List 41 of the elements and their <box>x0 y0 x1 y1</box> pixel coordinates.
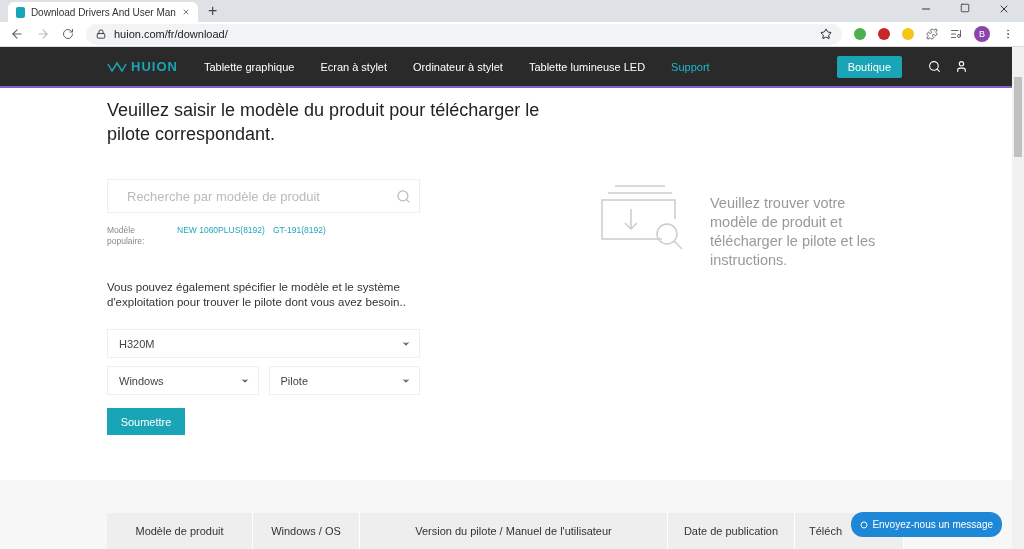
model-select[interactable]: H320M <box>107 329 420 358</box>
address-bar[interactable]: huion.com/fr/download/ <box>86 23 842 45</box>
favicon-icon <box>16 6 25 18</box>
empty-state-text: Veuillez trouver votre modèle de produit et télécharger le pilote et les instructions. <box>710 194 877 270</box>
column-header: Modèle de produit <box>107 513 253 549</box>
nav-link[interactable]: Ecran à stylet <box>320 60 388 73</box>
nav-link[interactable]: Support <box>671 60 710 73</box>
reload-icon[interactable] <box>62 28 74 40</box>
close-icon[interactable] <box>998 3 1010 15</box>
crown-icon <box>107 60 127 73</box>
search-icon[interactable] <box>928 60 942 73</box>
back-icon[interactable] <box>10 27 24 41</box>
nav-link[interactable]: Tablette graphique <box>203 60 295 73</box>
scroll-thumb[interactable] <box>1014 77 1022 157</box>
extensions-icon[interactable] <box>926 28 938 40</box>
nav-link[interactable]: Ordinateur à stylet <box>413 60 503 73</box>
scrollbar[interactable] <box>1012 47 1024 549</box>
close-icon[interactable] <box>181 7 190 17</box>
extension-icon[interactable] <box>854 28 866 40</box>
restore-icon[interactable] <box>960 3 970 13</box>
nav-link[interactable]: Tablette lumineuse LED <box>528 60 646 73</box>
hint-text: Vous pouvez également spécifier le modèle et le système d'exploitation pour trouver le pilote dont vous avez besoin.. <box>107 280 407 310</box>
chat-icon <box>860 520 869 529</box>
column-header: Version du pilote / Manuel de l'utilisateur <box>360 513 668 549</box>
media-icon[interactable] <box>950 28 962 40</box>
type-select[interactable]: Pilote <box>268 366 420 395</box>
extension-icon[interactable] <box>878 28 890 40</box>
browser-tab[interactable]: Download Drivers And User Man <box>8 2 198 22</box>
column-header: Windows / OS <box>253 513 360 549</box>
logo[interactable]: HUION <box>107 59 178 74</box>
chat-button[interactable]: Envoyez-nous un message <box>851 512 1002 537</box>
user-icon[interactable] <box>955 60 969 73</box>
profile-avatar[interactable]: B <box>974 26 990 42</box>
os-select[interactable]: Windows <box>107 366 259 395</box>
page-heading: Veuillez saisir le modèle du produit pour télécharger le pilote correspondant. <box>107 99 541 146</box>
column-header: Date de publication <box>668 513 795 549</box>
search-field[interactable]: Recherche par modèle de produit <box>107 179 420 213</box>
bookmark-icon[interactable] <box>820 28 832 40</box>
new-tab-button[interactable]: + <box>208 2 218 20</box>
popular-label: Modèle populaire: <box>107 225 146 247</box>
lock-icon <box>96 29 106 39</box>
